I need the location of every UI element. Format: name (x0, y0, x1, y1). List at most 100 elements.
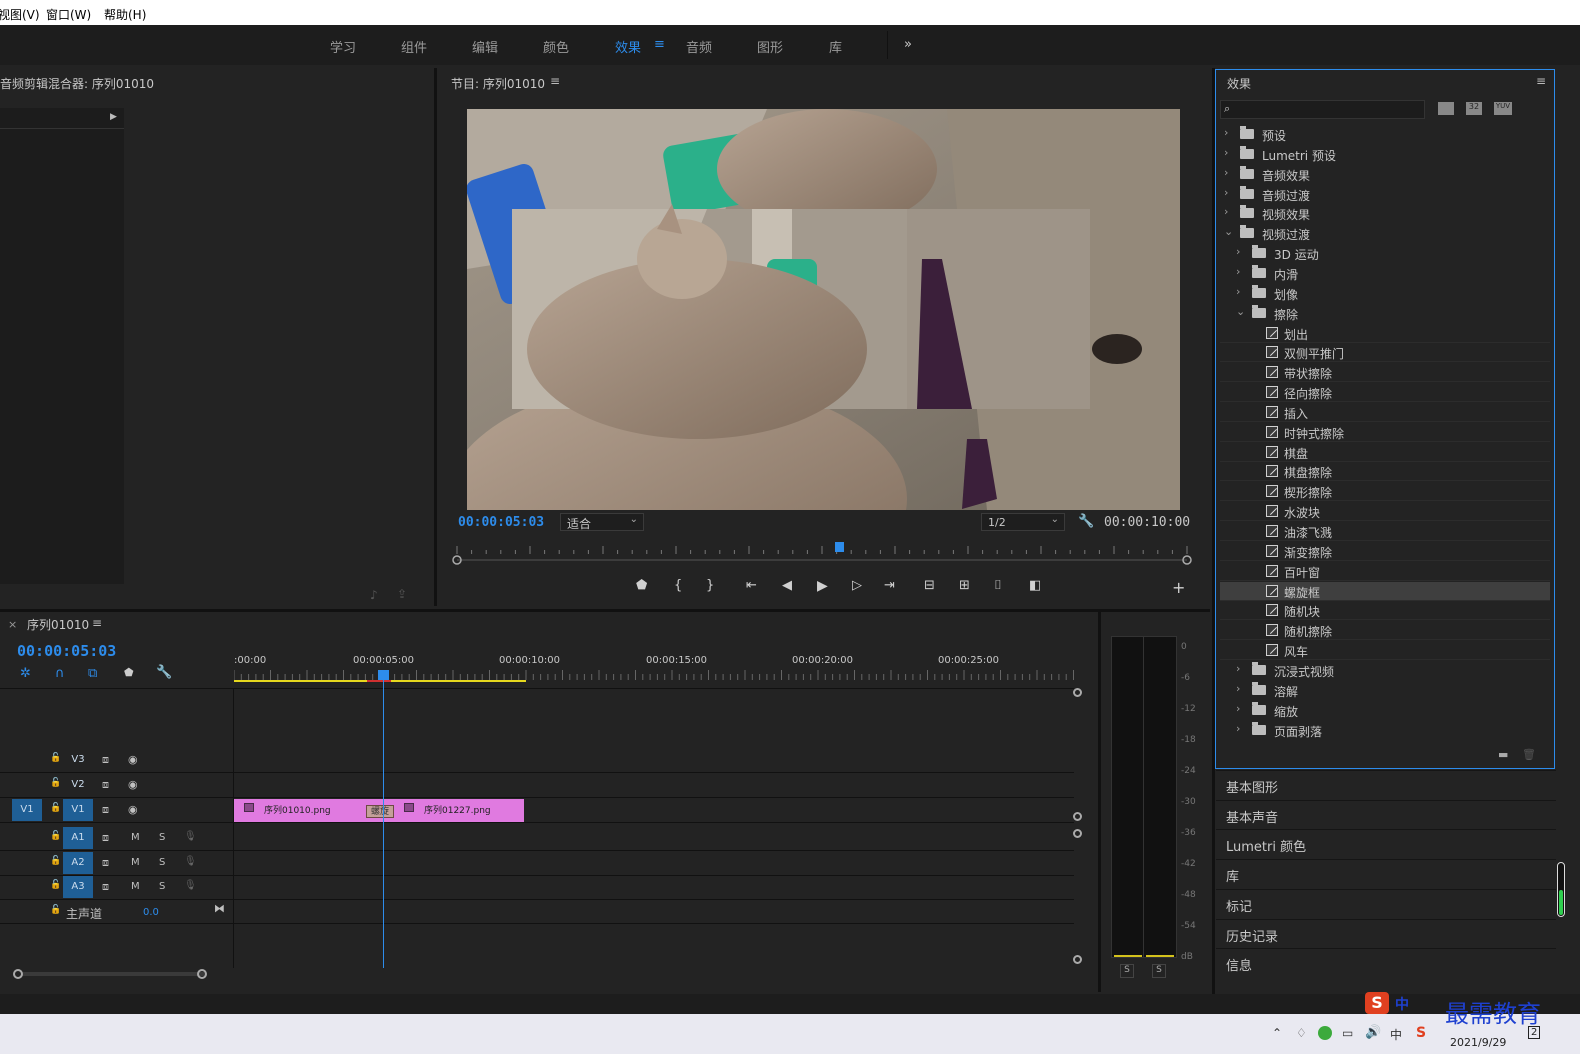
32bit-filter-icon[interactable]: 32 (1466, 102, 1482, 115)
eye-icon[interactable]: ◉ (128, 753, 138, 766)
eye-icon[interactable]: ◉ (128, 803, 138, 816)
chevron-right-icon[interactable]: › (1224, 126, 1234, 139)
effects-search-input[interactable]: ⌕ (1220, 100, 1425, 119)
track-target-V2[interactable]: V2 (63, 774, 93, 796)
stacked-panel-2[interactable]: Lumetri 颜色 (1216, 829, 1556, 858)
network-icon[interactable]: ▭ (1342, 1026, 1353, 1040)
sync-lock-icon[interactable]: ⧈ (102, 831, 109, 845)
effect-item[interactable]: 随机块 (1220, 601, 1550, 621)
playhead-line[interactable] (383, 674, 384, 968)
step-back-icon[interactable]: ◀ (782, 578, 792, 593)
effect-item[interactable]: 插入 (1220, 403, 1550, 422)
effect-folder[interactable]: › 音频效果 (1220, 165, 1550, 184)
effect-item[interactable]: 棋盘擦除 (1220, 462, 1550, 482)
menu-window[interactable]: 窗口(W) (46, 6, 91, 23)
chevron-right-icon[interactable]: › (1236, 265, 1246, 278)
extract-icon[interactable]: ⊞ (959, 578, 970, 593)
effect-folder[interactable]: › 音频过渡 (1220, 185, 1550, 204)
snap-icon[interactable]: ✲ (20, 666, 31, 681)
mute-button[interactable]: M (131, 857, 140, 868)
effect-item[interactable]: 时钟式擦除 (1220, 423, 1550, 442)
transition-marker[interactable]: 螺旋 (366, 805, 394, 818)
mark-out-icon[interactable]: } (706, 578, 714, 593)
effect-folder[interactable]: › 沉浸式视频 (1220, 661, 1550, 680)
eye-icon[interactable]: ◉ (128, 778, 138, 791)
chevron-down-icon[interactable]: ⌄ (1224, 225, 1234, 238)
effect-item[interactable]: 螺旋框 (1220, 581, 1550, 601)
program-scrubber[interactable] (452, 538, 1192, 568)
effect-item[interactable]: 渐变擦除 (1220, 542, 1550, 561)
chevron-right-icon[interactable]: › (1224, 205, 1234, 218)
solo-button[interactable]: S (159, 857, 165, 868)
marker-icon[interactable]: ⬟ (636, 578, 647, 593)
effect-folder[interactable]: › Lumetri 预设 (1220, 145, 1550, 164)
step-forward-icon[interactable]: ▷ (852, 578, 862, 593)
scroll-handle[interactable] (1073, 688, 1082, 697)
scroll-handle[interactable] (1073, 829, 1082, 838)
accelerated-effects-icon[interactable] (1438, 102, 1454, 115)
lift-icon[interactable]: ⊟ (924, 578, 935, 593)
effect-item[interactable]: 楔形擦除 (1220, 482, 1550, 502)
lock-icon[interactable]: 🔓 (50, 880, 61, 890)
effect-item[interactable]: 随机擦除 (1220, 621, 1550, 641)
fit-dropdown[interactable]: 适合 ⌄ (560, 513, 644, 531)
sync-lock-icon[interactable]: ⧈ (102, 753, 109, 767)
mute-button[interactable]: M (131, 881, 140, 892)
sync-lock-icon[interactable]: ⧈ (102, 880, 109, 894)
workspace-overflow-button[interactable]: » (904, 37, 912, 52)
video-frame[interactable] (467, 109, 1180, 510)
sync-lock-icon[interactable]: ⧈ (102, 856, 109, 870)
lock-icon[interactable]: 🔓 (50, 831, 61, 841)
chevron-right-icon[interactable]: › (1224, 166, 1234, 179)
playhead-handle[interactable] (378, 670, 389, 680)
yuv-filter-icon[interactable]: YUV (1494, 102, 1512, 115)
effect-item[interactable]: 百叶窗 (1220, 562, 1550, 581)
effect-item[interactable]: 水波块 (1220, 502, 1550, 522)
lock-icon[interactable]: 🔓 (50, 778, 61, 788)
sogou-icon[interactable]: S (1416, 1025, 1426, 1041)
close-icon[interactable]: × (8, 618, 17, 631)
workspace-menu-icon[interactable]: ≡ (654, 37, 665, 52)
microphone-icon[interactable]: 🎙 (184, 856, 197, 867)
chevron-up-icon[interactable]: ⌃ (1272, 1026, 1282, 1040)
audio-loop-icon[interactable]: ♪ (370, 588, 378, 602)
stacked-panel-5[interactable]: 历史记录 (1216, 918, 1556, 948)
track-target-V1[interactable]: V1 (63, 799, 93, 821)
workspace-audio[interactable]: 音频 (686, 37, 712, 56)
workspace-graphics[interactable]: 图形 (757, 37, 783, 56)
effect-folder[interactable]: › 内滑 (1220, 264, 1550, 283)
clip-name[interactable]: 序列01010.png (264, 803, 331, 816)
stacked-panel-4[interactable]: 标记 (1216, 888, 1556, 918)
chevron-right-icon[interactable]: › (1236, 285, 1246, 298)
microphone-icon[interactable]: 🎙 (184, 880, 197, 891)
workspace-libraries[interactable]: 库 (829, 37, 842, 56)
add-marker-icon[interactable]: ⬟ (124, 666, 134, 679)
effect-folder[interactable]: › 预设 (1220, 125, 1550, 144)
export-icon[interactable]: ⇪ (397, 587, 407, 601)
notification-icon[interactable]: ♢ (1296, 1026, 1307, 1040)
scroll-handle[interactable] (197, 969, 207, 979)
effect-folder[interactable]: › 视频效果 (1220, 204, 1550, 223)
solo-left-button[interactable]: S (1120, 964, 1134, 978)
mark-in-icon[interactable]: { (674, 578, 682, 593)
effect-folder[interactable]: ⌄ 擦除 (1220, 304, 1550, 323)
stacked-panel-0[interactable]: 基本图形 (1216, 770, 1556, 799)
time-ruler[interactable]: :00:00 00:00:05:00 00:00:10:00 00:00:15:… (233, 650, 1104, 686)
scroll-handle[interactable] (1073, 955, 1082, 964)
panel-menu-icon[interactable]: ≡ (1536, 74, 1546, 88)
add-button-icon[interactable]: + (1172, 578, 1185, 597)
effect-folder[interactable]: ⌄ 视频过渡 (1220, 224, 1550, 243)
linked-selection-icon[interactable]: ∩ (55, 666, 65, 681)
scroll-handle[interactable] (1073, 812, 1082, 821)
lock-icon[interactable]: 🔓 (50, 856, 61, 866)
go-to-in-icon[interactable]: ⇤ (746, 578, 757, 593)
effect-folder[interactable]: › 溶解 (1220, 681, 1550, 700)
scroll-handle[interactable] (13, 969, 23, 979)
effect-item[interactable]: 双侧平推门 (1220, 343, 1550, 363)
timeline-settings-wrench-icon[interactable]: 🔧 (156, 665, 172, 680)
lock-icon[interactable]: 🔓 (50, 905, 61, 915)
resolution-dropdown[interactable]: 1/2 ⌄ (981, 513, 1065, 531)
lock-icon[interactable]: 🔓 (50, 803, 61, 813)
effect-item[interactable]: 划出 (1220, 324, 1550, 343)
effect-folder[interactable]: › 缩放 (1220, 701, 1550, 720)
